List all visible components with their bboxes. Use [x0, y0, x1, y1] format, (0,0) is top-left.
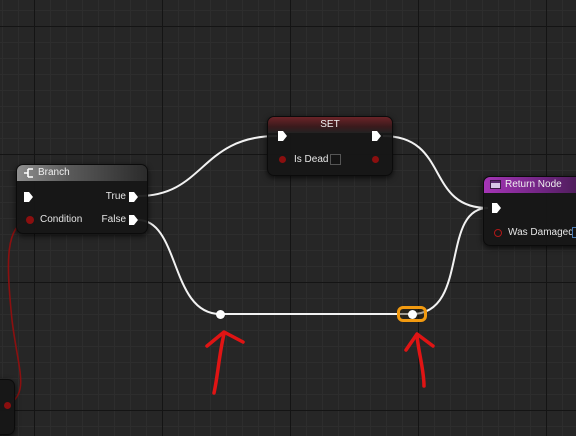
return-node-header[interactable]: Return Node: [484, 177, 576, 193]
exec-wire-set-to-return[interactable]: [382, 135, 489, 209]
return-node-title: Return Node: [505, 179, 562, 190]
was-damaged-checkbox[interactable]: [572, 227, 576, 238]
partial-node-output-pin[interactable]: [4, 402, 11, 409]
reroute-node[interactable]: [215, 309, 225, 319]
set-exec-in-pin[interactable]: [278, 131, 287, 141]
is-dead-checkbox[interactable]: [330, 154, 341, 165]
branch-condition-label: Condition: [40, 214, 83, 225]
function-icon: [490, 180, 501, 189]
return-was-damaged-pin[interactable]: [494, 229, 502, 237]
branch-true-label: True: [105, 191, 126, 202]
branch-node[interactable]: Branch True Condition False: [16, 164, 148, 234]
branch-node-header[interactable]: Branch: [17, 165, 147, 181]
branch-icon: [24, 168, 33, 178]
branch-false-exec-pin[interactable]: [129, 215, 138, 225]
branch-exec-in-pin[interactable]: [24, 192, 33, 202]
set-exec-out-pin[interactable]: [372, 131, 381, 141]
exec-wire-true-to-set[interactable]: [137, 135, 278, 197]
branch-condition-pin[interactable]: [26, 216, 34, 224]
branch-node-title: Branch: [38, 167, 70, 178]
set-node-title: SET: [320, 119, 340, 130]
reroute-node-selected[interactable]: [407, 309, 417, 319]
return-exec-in-pin[interactable]: [492, 203, 501, 213]
bool-wire[interactable]: [7, 218, 31, 406]
return-was-damaged-label: Was Damaged: [508, 227, 574, 238]
return-node[interactable]: Return Node Was Damaged: [483, 176, 576, 246]
set-is-dead-input-pin[interactable]: [279, 156, 286, 163]
branch-true-exec-pin[interactable]: [129, 192, 138, 202]
annotation-arrow-left: [205, 330, 245, 395]
set-is-dead-output-pin[interactable]: [372, 156, 379, 163]
set-is-dead-label: Is Dead: [294, 154, 329, 165]
set-node[interactable]: SET Is Dead: [267, 116, 393, 176]
exec-wire-reroute-to-return[interactable]: [411, 207, 489, 315]
partial-node-bottom-left[interactable]: [0, 379, 15, 435]
branch-false-label: False: [101, 214, 126, 225]
exec-wire-false-to-reroute[interactable]: [137, 219, 221, 315]
annotation-arrow-right: [404, 332, 435, 388]
